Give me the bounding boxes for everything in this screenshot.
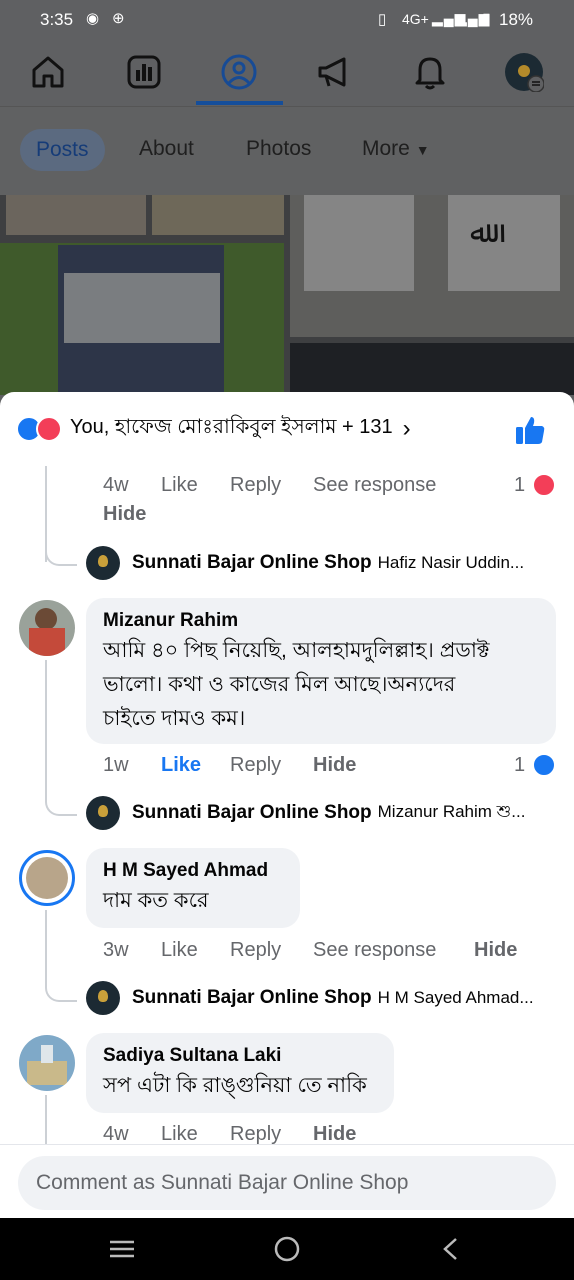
- home-button-icon[interactable]: [274, 1236, 300, 1262]
- profile-tabs: Posts About Photos More ▼: [0, 107, 574, 195]
- tab-more-label: More: [362, 137, 410, 160]
- hide-button[interactable]: Hide: [313, 754, 356, 777]
- comment-bubble: Sadiya Sultana Laki সপ এটা কি রাঙ্গুনিয়…: [86, 1033, 394, 1113]
- comment-time: 4w: [103, 474, 129, 496]
- photo-models[interactable]: ﷲ: [290, 195, 574, 337]
- tab-posts[interactable]: Posts: [20, 129, 105, 171]
- like-button[interactable]: Like: [161, 474, 198, 497]
- reaction-count[interactable]: 1: [514, 474, 525, 497]
- like-button[interactable]: Like: [161, 939, 198, 962]
- system-nav-bar: [0, 1218, 574, 1280]
- thread-connector: [45, 978, 77, 1002]
- comments-sheet: You, হাফেজ মোঃরাকিবুল ইসলাম + 131 › 4w L…: [0, 392, 574, 1218]
- avatar[interactable]: [19, 850, 75, 906]
- see-response-button[interactable]: See response: [313, 939, 436, 962]
- tab-photos[interactable]: Photos: [246, 137, 311, 161]
- chevron-down-icon: ▼: [415, 142, 430, 158]
- like-reaction-icon: [532, 753, 556, 777]
- comment-text: দাম কত করে: [103, 889, 209, 912]
- profile-icon[interactable]: [219, 52, 259, 92]
- comment-time: 4w: [103, 1123, 129, 1145]
- reply-author: Sunnati Bajar Online Shop: [132, 552, 372, 573]
- hide-button[interactable]: Hide: [103, 503, 146, 526]
- shop-avatar: [86, 546, 120, 580]
- thread-line: [45, 1095, 47, 1145]
- vibrate-icon: ▯: [378, 11, 387, 28]
- shop-avatar: [86, 981, 120, 1015]
- page-avatar[interactable]: [504, 52, 545, 93]
- photo-dark[interactable]: [290, 343, 574, 395]
- love-reaction-icon: [532, 473, 556, 497]
- comment-text: সপ এটা কি রাঙ্গুনিয়া তে নাকি: [103, 1074, 367, 1097]
- megaphone-icon[interactable]: [314, 52, 354, 92]
- comment-text-line-2: ভালো। কথা ও কাজের মিল আছে।অন্যদের: [103, 673, 456, 696]
- comment-author: Mizanur Rahim: [103, 610, 239, 631]
- comment-text-line-3: চাইতে দামও কম।: [103, 707, 246, 730]
- tab-about[interactable]: About: [139, 137, 194, 161]
- see-response-button[interactable]: See response: [313, 474, 436, 497]
- thread-line: [45, 660, 47, 796]
- app-notification-icon-2: ⊕: [112, 10, 125, 27]
- thread-connector: [45, 792, 77, 816]
- avatar[interactable]: [19, 600, 75, 656]
- status-time: 3:35: [40, 10, 74, 29]
- reply-preview[interactable]: Sunnati Bajar Online Shop Mizanur Rahim …: [86, 796, 525, 830]
- reply-text: Hafiz Nasir Uddin...: [377, 553, 525, 572]
- comment-bubble: H M Sayed Ahmad দাম কত করে: [86, 848, 300, 928]
- like-button[interactable]: Like: [161, 754, 201, 777]
- reply-preview[interactable]: Sunnati Bajar Online Shop H M Sayed Ahma…: [86, 981, 534, 1015]
- reply-button[interactable]: Reply: [230, 939, 281, 962]
- hide-button[interactable]: Hide: [474, 939, 517, 962]
- photo-tshirt-grass[interactable]: [0, 243, 284, 395]
- photo-shirt-1[interactable]: [6, 195, 146, 235]
- like-button[interactable]: Like: [161, 1123, 198, 1146]
- photo-shirt-2[interactable]: [152, 195, 284, 235]
- thread-line: [45, 910, 47, 980]
- comment-author: Sadiya Sultana Laki: [103, 1045, 282, 1066]
- hide-button[interactable]: Hide: [313, 1123, 356, 1146]
- reply-text: H M Sayed Ahmad...: [377, 988, 534, 1007]
- reactions-text: You, হাফেজ মোঃরাকিবুল ইসলাম + 131: [70, 416, 393, 438]
- reply-button[interactable]: Reply: [230, 754, 281, 777]
- comment-input[interactable]: [18, 1156, 554, 1210]
- avatar[interactable]: [19, 1035, 75, 1091]
- like-icon[interactable]: [514, 414, 546, 446]
- comment-time: 1w: [103, 754, 129, 776]
- dashboard-icon[interactable]: [124, 52, 164, 92]
- comment-time: 3w: [103, 939, 129, 961]
- comment-text-line-1: আমি ৪০ পিছ নিয়েছি, আলহামদুলিল্লাহ। প্রড…: [103, 639, 490, 662]
- comment-author: H M Sayed Ahmad: [103, 860, 269, 881]
- reply-button[interactable]: Reply: [230, 1123, 281, 1146]
- love-reaction-icon: [36, 415, 62, 442]
- home-icon[interactable]: [28, 52, 68, 92]
- bell-icon[interactable]: [410, 52, 450, 92]
- back-icon[interactable]: [440, 1237, 462, 1261]
- recent-apps-icon[interactable]: [108, 1239, 136, 1259]
- comment-bubble: Mizanur Rahim আমি ৪০ পিছ নিয়েছি, আলহামদ…: [86, 598, 556, 744]
- app-notification-icon: ◉: [86, 10, 100, 27]
- comment-composer[interactable]: [18, 1156, 556, 1210]
- reaction-count[interactable]: 1: [514, 754, 525, 777]
- status-bar: 3:35 ◉ ⊕ ▯ 4G+ ▂▄▆ ▂▄▆ ▮ 18%: [0, 0, 574, 40]
- photo-grid: ﷲ: [0, 195, 574, 395]
- thread-connector: [45, 542, 77, 566]
- battery-level: 18%: [499, 10, 534, 29]
- network-type: 4G+: [402, 11, 429, 27]
- active-tab-indicator: [196, 101, 283, 105]
- reply-author: Sunnati Bajar Online Shop: [132, 802, 372, 823]
- shop-avatar: [86, 796, 120, 830]
- top-nav: [0, 40, 574, 107]
- chevron-right-icon: ›: [402, 414, 411, 442]
- reactions-summary[interactable]: You, হাফেজ মোঃরাকিবুল ইসলাম + 131 ›: [16, 412, 411, 445]
- reply-author: Sunnati Bajar Online Shop: [132, 987, 372, 1008]
- reply-button[interactable]: Reply: [230, 474, 281, 497]
- reply-text: Mizanur Rahim শু...: [377, 802, 526, 821]
- tab-more[interactable]: More ▼: [362, 137, 430, 161]
- battery-icon: ▮: [482, 11, 491, 28]
- reply-preview[interactable]: Sunnati Bajar Online Shop Hafiz Nasir Ud…: [86, 546, 524, 580]
